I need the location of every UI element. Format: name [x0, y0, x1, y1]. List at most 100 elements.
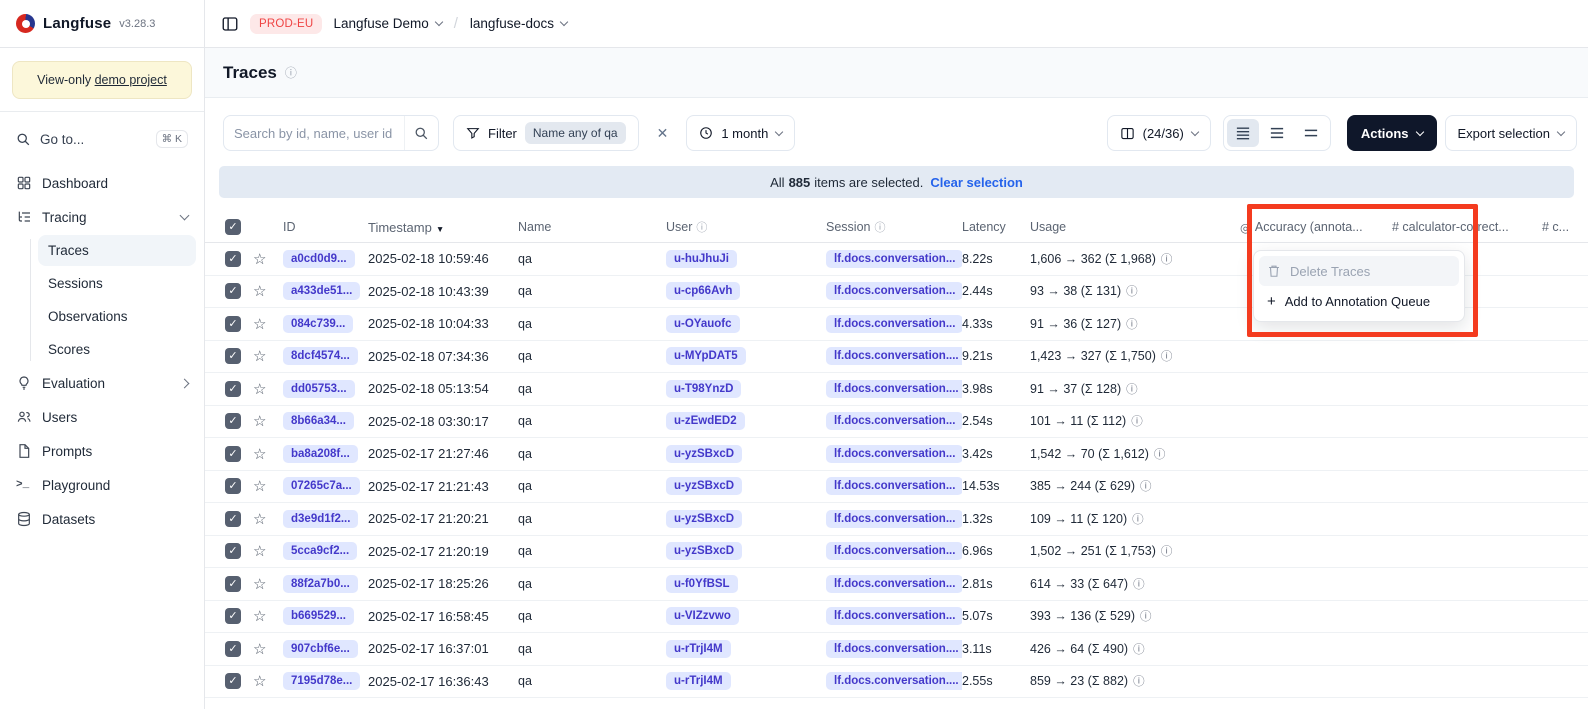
star-icon[interactable]: ☆	[253, 316, 266, 333]
star-icon[interactable]: ☆	[253, 446, 266, 463]
row-height-medium-button[interactable]	[1261, 119, 1293, 147]
trace-id-badge[interactable]: 7195d78e...	[283, 672, 360, 690]
clear-selection-link[interactable]: Clear selection	[930, 175, 1023, 190]
menu-item-add-to-annotation-queue[interactable]: + Add to Annotation Queue	[1259, 286, 1459, 316]
row-checkbox[interactable]: ✓	[225, 576, 241, 592]
star-icon[interactable]: ☆	[253, 608, 266, 625]
header-calculator-correct[interactable]: # calculator-correct...	[1392, 220, 1542, 234]
header-usage[interactable]: Usage	[1030, 220, 1240, 234]
session-badge[interactable]: lf.docs.conversation...	[826, 282, 962, 300]
menu-item-delete-traces[interactable]: Delete Traces	[1259, 256, 1459, 286]
info-icon[interactable]: ⓘ	[1126, 283, 1138, 299]
table-row[interactable]: ✓ ☆ 88f2a7b0... 2025-02-17 18:25:26 qa u…	[205, 568, 1588, 601]
header-session[interactable]: Sessionⓘ	[826, 219, 962, 235]
user-id-badge[interactable]: u-rTrjI4M	[666, 640, 731, 658]
row-height-small-button[interactable]	[1227, 119, 1259, 147]
info-icon[interactable]: ⓘ	[1133, 673, 1145, 689]
sidebar-item-prompts[interactable]: Prompts	[8, 435, 196, 467]
row-checkbox[interactable]: ✓	[225, 283, 241, 299]
session-badge[interactable]: lf.docs.conversation....	[826, 672, 962, 690]
star-icon[interactable]: ☆	[253, 381, 266, 398]
star-icon[interactable]: ☆	[253, 348, 266, 365]
star-icon[interactable]: ☆	[253, 673, 266, 690]
row-checkbox[interactable]: ✓	[225, 381, 241, 397]
row-checkbox[interactable]: ✓	[225, 413, 241, 429]
trace-id-badge[interactable]: 88f2a7b0...	[283, 575, 358, 593]
project-switcher[interactable]: langfuse-docs	[470, 16, 567, 31]
row-checkbox[interactable]: ✓	[225, 608, 241, 624]
search-icon[interactable]	[404, 116, 438, 150]
session-badge[interactable]: lf.docs.conversation....	[826, 640, 962, 658]
info-icon[interactable]: ⓘ	[1140, 608, 1152, 624]
trace-id-badge[interactable]: 8dcf4574...	[283, 347, 358, 365]
session-badge[interactable]: lf.docs.conversation...	[826, 315, 962, 333]
row-checkbox[interactable]: ✓	[225, 446, 241, 462]
info-icon[interactable]: ⓘ	[1133, 641, 1145, 657]
session-badge[interactable]: lf.docs.conversation...	[826, 477, 962, 495]
columns-button[interactable]: (24/36)	[1107, 115, 1211, 151]
sidebar-item-evaluation[interactable]: Evaluation	[8, 367, 196, 399]
actions-button[interactable]: Actions	[1347, 115, 1437, 151]
session-badge[interactable]: lf.docs.conversation...	[826, 607, 962, 625]
select-all-checkbox[interactable]: ✓	[225, 219, 241, 235]
trace-id-badge[interactable]: 8b66a34...	[283, 412, 354, 430]
star-icon[interactable]: ☆	[253, 576, 266, 593]
time-range-button[interactable]: 1 month	[686, 115, 795, 151]
info-icon[interactable]: ⓘ	[1126, 316, 1138, 332]
trace-id-badge[interactable]: dd05753...	[283, 380, 355, 398]
header-name[interactable]: Name	[518, 220, 666, 234]
trace-id-badge[interactable]: a0cd0d9...	[283, 250, 355, 268]
header-timestamp[interactable]: Timestamp▼	[368, 220, 518, 235]
table-row[interactable]: ✓ ☆ dd05753... 2025-02-18 05:13:54 qa u-…	[205, 373, 1588, 406]
session-badge[interactable]: lf.docs.conversation...	[826, 542, 962, 560]
row-checkbox[interactable]: ✓	[225, 641, 241, 657]
sidebar-item-sessions[interactable]: Sessions	[38, 268, 196, 299]
info-icon[interactable]: ⓘ	[1161, 543, 1173, 559]
table-row[interactable]: ✓ ☆ b669529... 2025-02-17 16:58:45 qa u-…	[205, 601, 1588, 634]
session-badge[interactable]: lf.docs.conversation...	[826, 575, 962, 593]
info-icon[interactable]: ⓘ	[1140, 478, 1152, 494]
star-icon[interactable]: ☆	[253, 641, 266, 658]
table-row[interactable]: ✓ ☆ ba8a208f... 2025-02-17 21:27:46 qa u…	[205, 438, 1588, 471]
header-accuracy[interactable]: ◎ Accuracy (annota...	[1240, 220, 1392, 235]
header-user[interactable]: Userⓘ	[666, 219, 826, 235]
session-badge[interactable]: lf.docs.conversation...	[826, 510, 962, 528]
row-checkbox[interactable]: ✓	[225, 316, 241, 332]
session-badge[interactable]: lf.docs.conversation....	[826, 380, 962, 398]
row-checkbox[interactable]: ✓	[225, 511, 241, 527]
table-row[interactable]: ✓ ☆ 907cbf6e... 2025-02-17 16:37:01 qa u…	[205, 633, 1588, 666]
sidebar-item-datasets[interactable]: Datasets	[8, 503, 196, 535]
user-id-badge[interactable]: u-yzSBxcD	[666, 445, 742, 463]
user-id-badge[interactable]: u-f0YfBSL	[666, 575, 738, 593]
user-id-badge[interactable]: u-VIZzvwo	[666, 607, 739, 625]
star-icon[interactable]: ☆	[253, 511, 266, 528]
row-checkbox[interactable]: ✓	[225, 251, 241, 267]
row-checkbox[interactable]: ✓	[225, 543, 241, 559]
row-checkbox[interactable]: ✓	[225, 478, 241, 494]
sidebar-item-tracing[interactable]: Tracing	[8, 201, 196, 233]
session-badge[interactable]: lf.docs.conversation...	[826, 250, 962, 268]
info-icon[interactable]: ⓘ	[1161, 348, 1173, 364]
sidebar-item-dashboard[interactable]: Dashboard	[8, 167, 196, 199]
sidebar-item-users[interactable]: Users	[8, 401, 196, 433]
sidebar-item-playground[interactable]: >_ Playground	[8, 469, 196, 501]
user-id-badge[interactable]: u-yzSBxcD	[666, 542, 742, 560]
trace-id-badge[interactable]: 07265c7a...	[283, 477, 360, 495]
trace-id-badge[interactable]: b669529...	[283, 607, 354, 625]
clear-filter-button[interactable]: ✕	[653, 125, 673, 142]
star-icon[interactable]: ☆	[253, 478, 266, 495]
goto-command-button[interactable]: Go to... ⌘ K	[8, 123, 196, 155]
table-row[interactable]: ✓ ☆ d3e9d1f2... 2025-02-17 21:20:21 qa u…	[205, 503, 1588, 536]
trace-id-badge[interactable]: 084c739...	[283, 315, 353, 333]
table-row[interactable]: ✓ ☆ 8dcf4574... 2025-02-18 07:34:36 qa u…	[205, 341, 1588, 374]
sidebar-toggle-icon[interactable]	[221, 15, 239, 33]
header-extra[interactable]: # c...	[1542, 220, 1582, 234]
row-checkbox[interactable]: ✓	[225, 348, 241, 364]
info-icon[interactable]: ⓘ	[1133, 576, 1145, 592]
star-icon[interactable]: ☆	[253, 251, 266, 268]
session-badge[interactable]: lf.docs.conversation...	[826, 412, 962, 430]
user-id-badge[interactable]: u-zEwdED2	[666, 412, 745, 430]
row-height-large-button[interactable]	[1295, 119, 1327, 147]
export-selection-button[interactable]: Export selection	[1445, 115, 1578, 151]
header-id[interactable]: ID	[283, 220, 368, 234]
